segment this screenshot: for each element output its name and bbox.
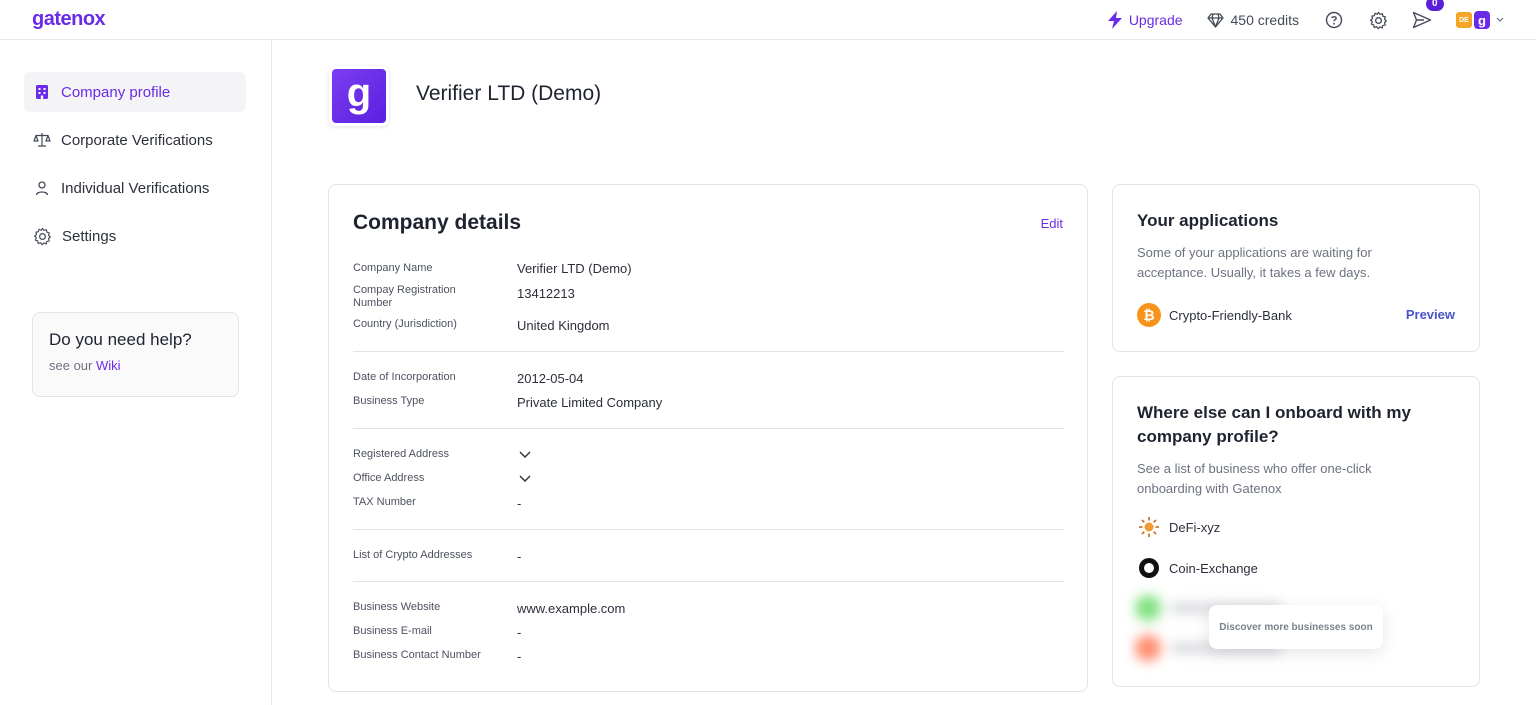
detail-value: - [517,496,522,511]
sidebar-item-label: Company profile [61,83,171,101]
detail-label: Business Website [353,601,441,613]
org-avatar: g [1474,11,1490,29]
blurred-logo [1135,595,1161,621]
help-card: Do you need help? see our Wiki [32,312,239,397]
company-details-card: Company details Edit Company Name Verifi… [328,184,1088,692]
gatenox-logo[interactable]: gatenox [32,8,106,31]
detail-value: 13412213 [517,286,575,301]
lightning-icon [1107,11,1122,29]
detail-label: TAX Number [353,496,416,508]
help-text: see our Wiki [49,358,222,373]
notifications-button[interactable]: 0 [1412,0,1444,30]
applications-card: Your applications Some of your applicati… [1112,184,1480,352]
detail-value: United Kingdom [517,318,610,333]
avatar: DE [1456,12,1472,28]
question-icon [1325,11,1343,29]
help-prefix: see our [49,358,96,373]
sun-icon [1139,517,1159,537]
onboard-title: Where else can I onboard with my company… [1137,403,1411,446]
divider [353,351,1064,352]
notification-count-badge: 0 [1426,0,1444,11]
upgrade-label: Upgrade [1128,12,1183,28]
bitcoin-icon: ₿ [1137,303,1161,327]
detail-value: - [517,649,522,664]
onboard-item[interactable]: Coin-Exchange [1137,556,1258,580]
page-title: Verifier LTD (Demo) [416,82,602,105]
company-details-heading: Company details [353,211,522,234]
onboard-card: Where else can I onboard with my company… [1112,376,1480,687]
sidebar-item-label: Individual Verifications [61,179,210,197]
detail-label: List of Crypto Addresses [353,549,473,561]
applications-description: Some of your applications are waiting fo… [1137,245,1372,280]
company-logo: g [329,66,389,126]
credits-label: 450 credits [1230,12,1299,28]
sidebar-item-corporate-verifications[interactable]: Corporate Verifications [24,120,246,160]
credits-display[interactable]: 450 credits [1206,12,1299,28]
detail-label: Business Type [353,395,425,407]
detail-label: Business Contact Number [353,649,481,661]
help-button[interactable] [1324,10,1344,30]
blurred-logo [1135,635,1161,661]
detail-label: Compay Registration Number [353,284,456,309]
send-icon [1412,11,1432,29]
top-bar: gatenox Upgrade 450 credits 0 DE g [0,0,1536,40]
onboard-description: See a list of business who offer one-cli… [1137,461,1372,496]
gear-icon [1369,11,1387,29]
onboard-item-name: Coin-Exchange [1169,560,1258,576]
divider [353,581,1064,582]
chevron-down-icon[interactable] [519,451,531,459]
divider [353,529,1064,530]
chevron-down-icon [1496,17,1504,22]
detail-label: Business E-mail [353,625,432,637]
chevron-down-icon[interactable] [519,475,531,483]
detail-value: - [517,549,522,564]
gear-icon [33,227,51,245]
detail-label: Date of Incorporation [353,371,456,383]
sidebar-item-settings[interactable]: Settings [24,216,246,256]
help-title: Do you need help? [49,330,192,349]
sidebar-item-individual-verifications[interactable]: Individual Verifications [24,168,246,208]
application-item: ₿ Crypto-Friendly-Bank [1137,303,1292,327]
applications-title: Your applications [1137,211,1279,230]
top-actions: Upgrade 450 credits 0 DE g [1107,0,1504,40]
discover-more-badge: Discover more businesses soon [1209,605,1383,649]
preview-button[interactable]: Preview [1406,307,1455,322]
account-menu[interactable]: DE g [1456,11,1504,29]
wiki-link[interactable]: Wiki [96,358,121,373]
svg-text:₿: ₿ [1143,307,1154,323]
application-name: Crypto-Friendly-Bank [1169,307,1292,323]
onboard-item-name: DeFi-xyz [1169,519,1221,535]
ring-icon [1139,558,1159,578]
sidebar-item-label: Corporate Verifications [61,131,213,149]
detail-value: www.example.com [517,601,626,616]
detail-value: - [517,625,522,640]
detail-label: Company Name [353,262,433,274]
sidebar-item-company-profile[interactable]: Company profile [24,72,246,112]
divider [353,428,1064,429]
building-icon [36,85,48,99]
detail-value: Private Limited Company [517,395,663,410]
detail-label: Office Address [353,472,425,484]
sidebar: Company profile Corporate Verifications … [0,40,272,705]
upgrade-button[interactable]: Upgrade [1107,11,1183,29]
scales-icon [33,133,51,147]
user-icon [35,181,49,196]
sidebar-item-label: Settings [62,227,117,245]
onboard-item[interactable]: DeFi-xyz [1137,515,1220,539]
diamond-icon [1206,12,1224,28]
detail-value: 2012-05-04 [517,371,584,386]
edit-button[interactable]: Edit [1041,216,1063,231]
company-logo-letter: g [332,69,386,123]
detail-label: Registered Address [353,448,449,460]
detail-value: Verifier LTD (Demo) [517,261,632,276]
settings-button[interactable] [1368,10,1388,30]
detail-label: Country (Jurisdiction) [353,318,457,330]
